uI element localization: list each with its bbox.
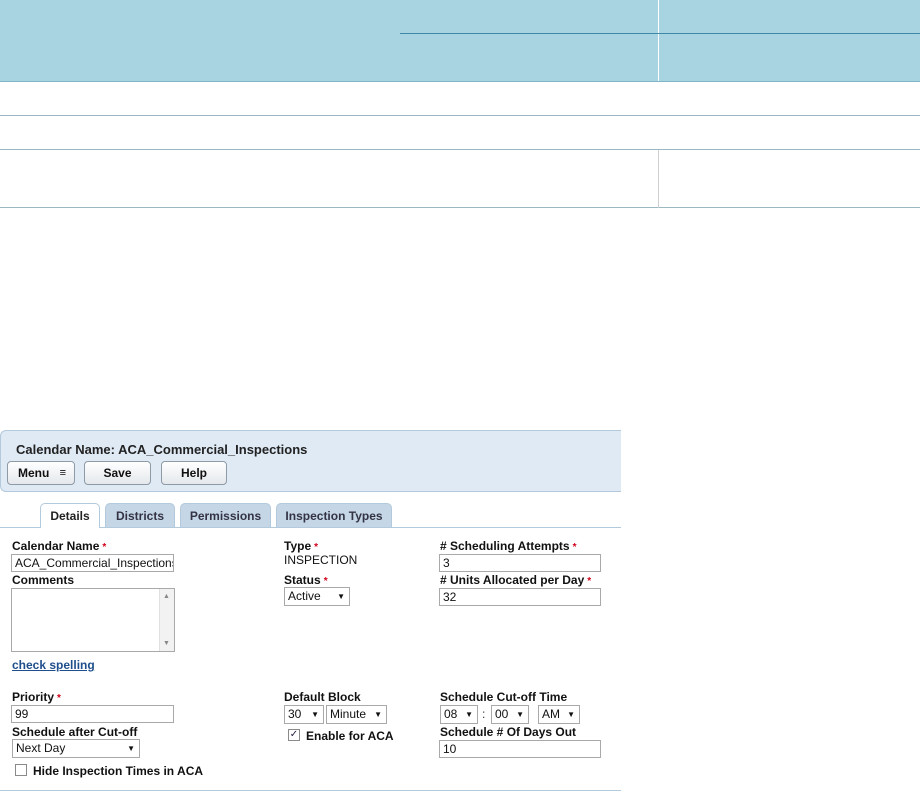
default-block-unit-value: Minute	[330, 707, 367, 721]
priority-input[interactable]: 99	[11, 705, 174, 723]
scroll-down-icon[interactable]: ▼	[163, 640, 170, 647]
table-row-divider	[0, 149, 920, 150]
chevron-down-icon: ▼	[516, 710, 524, 719]
cutoff-time-label: Schedule Cut-off Time	[440, 690, 568, 704]
chevron-down-icon: ▼	[567, 710, 575, 719]
scheduling-attempts-label-text: # Scheduling Attempts	[440, 539, 570, 553]
chevron-down-icon: ▼	[465, 710, 473, 719]
checkmark-icon: ✓	[289, 729, 299, 740]
data-table	[0, 0, 920, 210]
cutoff-hour-select[interactable]: 08 ▼	[440, 705, 478, 724]
units-per-day-input[interactable]: 32	[439, 588, 601, 606]
required-marker: *	[102, 542, 107, 553]
priority-label: Priority *	[12, 690, 61, 704]
menu-button-label: Menu	[18, 466, 50, 480]
calendar-name-input[interactable]: ACA_Commercial_Inspections	[11, 554, 174, 572]
calendar-name-label: Calendar Name *	[12, 539, 106, 553]
chevron-down-icon: ▼	[374, 710, 382, 719]
textarea-scrollbar[interactable]: ▲ ▼	[159, 589, 174, 651]
cutoff-hour-value: 08	[444, 707, 458, 721]
help-button[interactable]: Help	[161, 461, 227, 485]
type-label: Type *	[284, 539, 318, 553]
units-per-day-label: # Units Allocated per Day *	[440, 573, 591, 587]
status-select[interactable]: Active ▼	[284, 587, 350, 606]
header-column-divider	[658, 0, 659, 81]
schedule-after-cutoff-select[interactable]: Next Day ▼	[12, 739, 140, 758]
table-row-divider	[0, 115, 920, 116]
menu-button[interactable]: Menu ≡	[7, 461, 75, 485]
chevron-down-icon: ▼	[337, 592, 345, 601]
scroll-up-icon[interactable]: ▲	[163, 593, 170, 600]
time-separator: :	[482, 707, 486, 721]
status-label: Status *	[284, 573, 328, 587]
required-marker: *	[57, 693, 61, 704]
save-button[interactable]: Save	[84, 461, 151, 485]
default-block-label: Default Block	[284, 690, 361, 704]
table-header	[0, 0, 920, 82]
cutoff-ampm-value: AM	[542, 707, 560, 721]
status-label-text: Status	[284, 573, 321, 587]
row-column-divider	[658, 150, 659, 208]
hide-times-checkbox[interactable]	[15, 764, 27, 776]
required-marker: *	[572, 542, 577, 553]
cutoff-minute-value: 00	[495, 707, 509, 721]
scheduling-attempts-input[interactable]: 3	[439, 554, 601, 572]
header-group-divider	[400, 33, 920, 34]
status-value: Active	[288, 589, 321, 603]
priority-label-text: Priority	[12, 690, 55, 704]
units-per-day-label-text: # Units Allocated per Day	[440, 573, 585, 587]
default-block-value: 30	[288, 707, 302, 721]
calendar-name-label-text: Calendar Name	[12, 539, 100, 553]
comments-label: Comments	[12, 573, 75, 587]
default-block-unit-select[interactable]: Minute ▼	[326, 705, 387, 724]
check-spelling-link[interactable]: check spelling	[12, 658, 95, 672]
table-row-divider	[0, 207, 920, 208]
schedule-after-cutoff-label: Schedule after Cut-off	[12, 725, 138, 739]
required-marker: *	[587, 576, 592, 587]
chevron-down-icon: ▼	[127, 744, 135, 753]
menu-lines-icon: ≡	[59, 467, 66, 479]
type-value: INSPECTION	[284, 553, 358, 567]
calendar-header: Calendar Name: ACA_Commercial_Inspection…	[0, 430, 621, 492]
details-form: Calendar Name * ACA_Commercial_Inspection…	[0, 528, 621, 791]
tab-inspection-types[interactable]: Inspection Types	[276, 503, 392, 527]
enable-aca-label: Enable for ACA	[306, 729, 394, 743]
type-label-text: Type	[284, 539, 312, 553]
page-title: Calendar Name: ACA_Commercial_Inspection…	[16, 442, 308, 457]
comments-textarea[interactable]: ▲ ▼	[11, 588, 175, 652]
hide-times-label: Hide Inspection Times in ACA	[33, 764, 204, 778]
scheduling-attempts-label: # Scheduling Attempts *	[440, 539, 576, 553]
days-out-label: Schedule # Of Days Out	[440, 725, 577, 739]
cutoff-ampm-select[interactable]: AM ▼	[538, 705, 580, 724]
days-out-input[interactable]: 10	[439, 740, 601, 758]
chevron-down-icon: ▼	[311, 710, 319, 719]
cutoff-minute-select[interactable]: 00 ▼	[491, 705, 529, 724]
tab-bar: Details Districts Permissions Inspection…	[0, 503, 621, 528]
schedule-after-cutoff-value: Next Day	[16, 741, 66, 755]
enable-aca-checkbox[interactable]: ✓	[288, 729, 300, 741]
tab-districts[interactable]: Districts	[105, 503, 175, 527]
tab-details[interactable]: Details	[40, 503, 100, 528]
required-marker: *	[323, 576, 328, 587]
required-marker: *	[314, 542, 319, 553]
tab-permissions[interactable]: Permissions	[180, 503, 271, 527]
default-block-select[interactable]: 30 ▼	[284, 705, 324, 724]
